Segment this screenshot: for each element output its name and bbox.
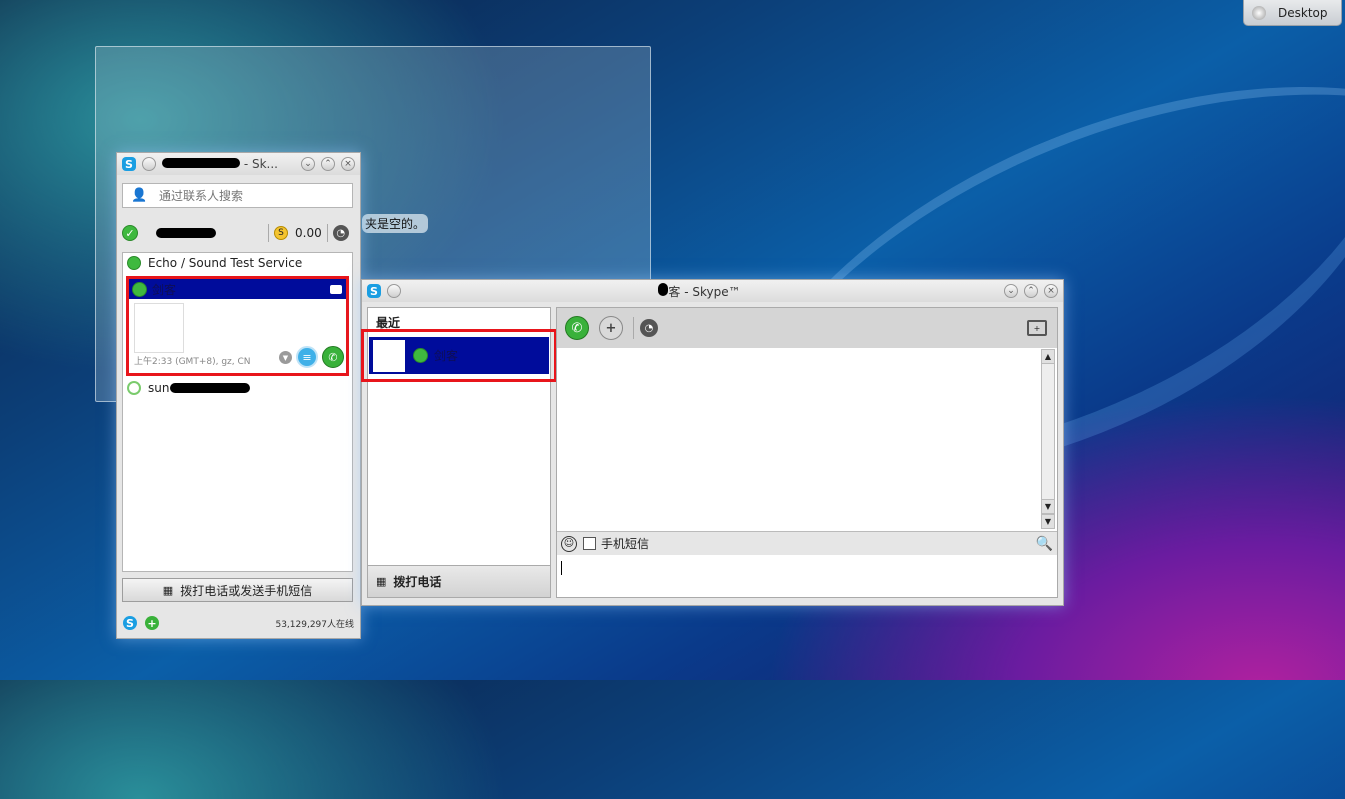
contact-local-time: 上午2:33 (GMT+8), gz, CN — [134, 357, 251, 367]
divider — [326, 224, 328, 242]
contact-name: Echo / Sound Test Service — [148, 256, 303, 270]
maximize-button[interactable]: ⌃ — [1024, 284, 1038, 298]
main-titlebar: S - Sk... ⌄ ⌃ × — [117, 153, 360, 175]
skype-credit-icon[interactable]: S — [274, 226, 288, 240]
dial-phone-sms-button[interactable]: ▦ 拨打电话或发送手机短信 — [122, 578, 353, 602]
conversation-scrollbar[interactable]: ▲ ▼ ▼ — [1041, 349, 1055, 529]
add-participant-button[interactable]: + — [599, 316, 623, 340]
show-desktop-button[interactable]: Desktop — [1243, 0, 1342, 26]
contact-echo[interactable]: Echo / Sound Test Service — [123, 253, 352, 273]
recent-conversations-panel: 最近 剑客 ▦ 拨打电话 — [361, 307, 557, 598]
scroll-down-arrow[interactable]: ▼ — [1042, 499, 1054, 514]
offline-status-icon — [127, 381, 141, 395]
account-status-row: ✓ S 0.00 ◔ — [122, 219, 355, 247]
close-button[interactable]: × — [341, 157, 355, 171]
call-phone-icon[interactable]: ✆ — [322, 346, 344, 368]
recent-item-name: 剑客 — [434, 349, 459, 363]
contact-search-box[interactable]: 👤 — [122, 183, 353, 208]
composer-toolbar: ☺ 手机短信 🔍 — [557, 531, 1057, 555]
contact-list: Echo / Sound Test Service 剑客 上午2:33 (GMT… — [122, 252, 353, 572]
call-button[interactable]: ✆ — [565, 316, 589, 340]
share-screen-icon[interactable]: + — [1027, 320, 1047, 336]
history-clock-icon[interactable]: ◔ — [640, 319, 658, 337]
dropdown-arrow-icon[interactable]: ▼ — [279, 351, 292, 364]
online-user-count: 53,129,297人在线 — [275, 619, 354, 630]
chat-bubble-icon[interactable]: ≡ — [296, 346, 318, 368]
divider — [633, 317, 634, 339]
online-status-icon — [413, 348, 428, 363]
window-menu-button[interactable] — [142, 157, 156, 171]
dial-button-label: 拨打电话或发送手机短信 — [180, 583, 313, 598]
conversation-toolbar: ✆ + ◔ + — [557, 308, 1057, 348]
chat-titlebar: S 客 - Skype™ ⌄ ⌃ × — [362, 280, 1063, 302]
divider — [268, 224, 269, 242]
redacted-contact-name — [170, 383, 251, 393]
contact-search-input[interactable] — [157, 187, 341, 204]
history-clock-icon[interactable]: ◔ — [332, 225, 349, 241]
redacted-name — [658, 282, 669, 296]
main-status-bar: S + 53,129,297人在线 — [117, 608, 360, 638]
dial-phone-button[interactable]: ▦ 拨打电话 — [368, 565, 550, 597]
recent-header: 最近 — [376, 316, 401, 330]
dialpad-icon: ▦ — [162, 583, 173, 597]
skype-main-window: S - Sk... ⌄ ⌃ × 👤 ✓ S 0.00 ◔ Echo / Soun… — [116, 152, 361, 639]
online-status-icon — [132, 281, 147, 297]
credit-balance[interactable]: 0.00 — [295, 226, 322, 240]
contact-avatar — [373, 339, 405, 372]
recent-item[interactable]: 剑客 — [369, 337, 549, 374]
redacted-username — [162, 158, 240, 168]
contact-selected[interactable]: 剑客 上午2:33 (GMT+8), gz, CN ▼ ≡ ✆ — [126, 276, 349, 376]
contact-sun[interactable]: sun — [123, 378, 352, 398]
sms-label: 手机短信 — [601, 537, 650, 551]
dial-phone-label: 拨打电话 — [393, 575, 442, 589]
online-status-icon[interactable]: ✓ — [122, 225, 138, 241]
skype-logo-icon[interactable]: S — [367, 284, 381, 298]
desktop-icon — [1252, 5, 1266, 20]
close-button[interactable]: × — [1044, 284, 1058, 298]
add-contact-icon[interactable]: + — [145, 616, 159, 630]
main-window-title: - Sk... — [162, 157, 295, 171]
contact-name: sun — [148, 381, 170, 395]
contact-name: 剑客 — [152, 282, 177, 297]
skype-chat-window: S 客 - Skype™ ⌄ ⌃ × 最近 剑客 ▦ 拨打电话 ✆ + ◔ + — [361, 279, 1064, 606]
redacted-account-name — [156, 228, 216, 238]
skype-status-icon[interactable]: S — [123, 616, 137, 630]
selected-contact-header[interactable]: 剑客 — [129, 279, 346, 299]
recent-item-selected[interactable]: 剑客 — [361, 329, 557, 382]
desktop-label: Desktop — [1278, 5, 1328, 20]
message-input[interactable] — [557, 555, 1057, 597]
text-caret — [561, 561, 562, 575]
chat-window-title: 客 - Skype™ — [401, 282, 998, 300]
skype-logo-icon[interactable]: S — [122, 157, 136, 171]
video-icon — [330, 284, 342, 294]
minimize-button[interactable]: ⌄ — [301, 157, 315, 171]
dialpad-icon: ▦ — [376, 575, 386, 588]
minimize-button[interactable]: ⌄ — [1004, 284, 1018, 298]
add-contact-icon[interactable]: 👤 — [131, 188, 147, 203]
emoticon-icon[interactable]: ☺ — [561, 535, 577, 552]
window-menu-button[interactable] — [387, 284, 401, 298]
online-status-icon — [127, 256, 141, 270]
scroll-end-arrow[interactable]: ▼ — [1042, 514, 1054, 528]
search-icon[interactable]: 🔍 — [1036, 536, 1053, 552]
conversation-panel: ✆ + ◔ + ▲ ▼ ▼ ☺ 手机短信 🔍 — [556, 307, 1058, 598]
background-window-text: 夹是空的。 — [362, 214, 429, 233]
maximize-button[interactable]: ⌃ — [321, 157, 335, 171]
sms-checkbox[interactable] — [583, 537, 596, 550]
scroll-up-arrow[interactable]: ▲ — [1042, 350, 1054, 364]
contact-avatar — [134, 303, 184, 353]
